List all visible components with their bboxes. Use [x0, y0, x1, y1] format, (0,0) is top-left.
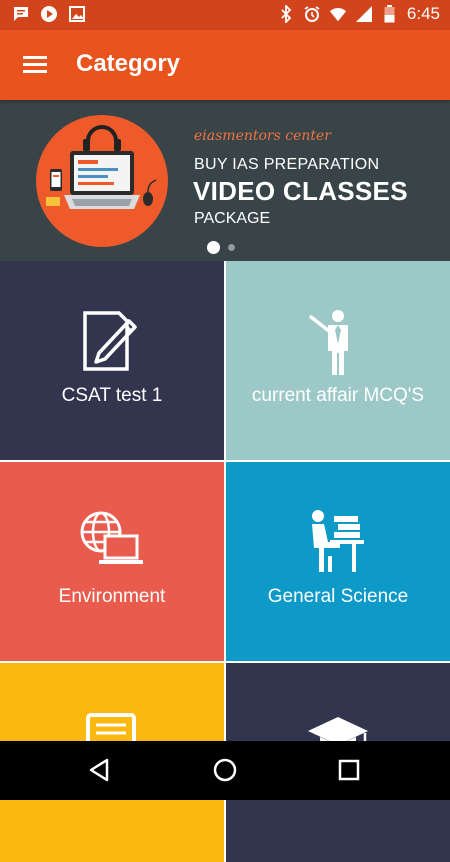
category-tile-csat[interactable]: CSAT test 1	[0, 261, 224, 460]
play-icon	[40, 5, 58, 23]
banner-subtitle: PACKAGE	[194, 210, 271, 227]
computer-headphones-icon	[46, 125, 157, 209]
teacher-icon	[309, 310, 348, 375]
student-desk-icon	[312, 510, 364, 572]
alarm-icon	[303, 5, 321, 23]
wifi-icon	[329, 5, 347, 23]
category-tile-current-affair[interactable]: current affair MCQ'S	[226, 261, 450, 460]
back-button[interactable]	[84, 755, 114, 785]
pager-dot[interactable]	[228, 244, 235, 251]
image-icon	[68, 5, 86, 23]
battery-icon	[381, 5, 399, 23]
promo-banner[interactable]: eiasmentors center BUY IAS PREPARATION V…	[0, 100, 450, 261]
banner-headline: BUY IAS PREPARATION	[194, 156, 380, 173]
bluetooth-icon	[277, 5, 295, 23]
banner-title: VIDEO CLASSES	[193, 176, 408, 206]
app-bar: Category	[0, 30, 450, 100]
category-label: General Science	[267, 586, 409, 607]
page-title: Category	[76, 50, 181, 77]
category-tile-general-science[interactable]: General Science	[226, 462, 450, 661]
banner-illustration	[36, 115, 168, 247]
category-tile-environment[interactable]: Environment	[0, 462, 224, 661]
pager-dot-active[interactable]	[207, 241, 220, 254]
signal-icon	[355, 5, 373, 23]
recents-icon	[338, 759, 360, 781]
category-label: Environment	[58, 586, 166, 607]
document-pen-icon	[83, 311, 137, 371]
system-nav-bar	[0, 741, 450, 800]
category-label: current affair MCQ'S	[251, 385, 425, 406]
menu-button[interactable]	[18, 52, 52, 78]
banner-pager	[207, 241, 235, 254]
message-icon	[12, 5, 30, 23]
back-icon	[89, 758, 109, 782]
home-button[interactable]	[210, 755, 240, 785]
menu-icon	[23, 56, 47, 73]
status-time: 6:45	[406, 4, 440, 23]
banner-brand: eiasmentors center	[194, 128, 331, 144]
status-bar: 6:45	[0, 0, 450, 30]
category-grid: CSAT test 1 current affair MCQ'S Environ…	[0, 261, 450, 862]
home-icon	[213, 758, 237, 782]
recents-button[interactable]	[334, 755, 364, 785]
category-label: CSAT test 1	[61, 385, 163, 406]
globe-laptop-icon	[80, 511, 143, 564]
